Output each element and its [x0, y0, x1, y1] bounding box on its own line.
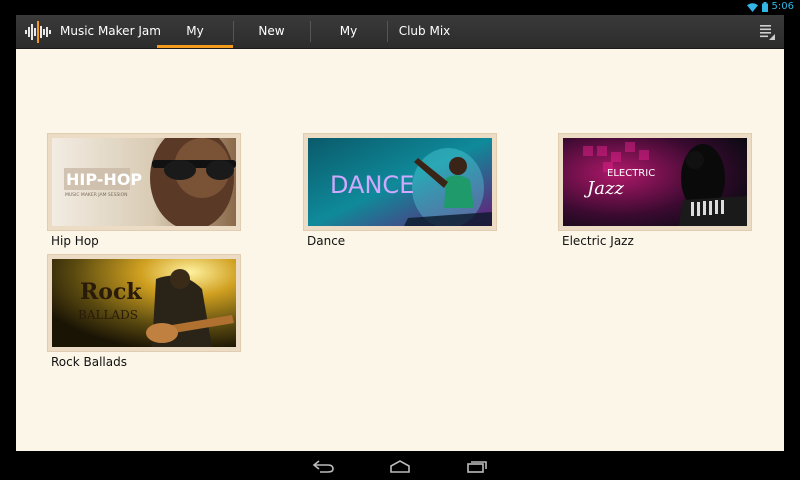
- recent-apps-icon[interactable]: [465, 457, 489, 475]
- tab-my-styles[interactable]: My styles: [157, 15, 233, 71]
- app-logo-icon[interactable]: [24, 21, 52, 43]
- app-title: Music Maker Jam: [60, 24, 161, 38]
- status-bar: 5:06: [0, 0, 800, 15]
- clock: 5:06: [771, 1, 794, 12]
- back-icon[interactable]: [312, 457, 336, 475]
- style-thumbnail-frame[interactable]: HIP-HOP MUSIC MAKER JAM SESSION: [47, 133, 241, 231]
- hip-hop-thumb-title: HIP-HOP: [66, 170, 142, 189]
- rock-ballads-thumbnail[interactable]: Rock BALLADS: [52, 259, 236, 347]
- style-card-hip-hop[interactable]: HIP-HOP MUSIC MAKER JAM SESSION Hip Hop: [47, 133, 241, 248]
- tab-my-projects[interactable]: My projects: [310, 15, 387, 71]
- dance-thumbnail[interactable]: DANCE: [308, 138, 492, 226]
- hip-hop-thumb-subtitle: MUSIC MAKER JAM SESSION: [65, 192, 128, 198]
- tab-bar: My styles New styles My projects Club Mi…: [157, 15, 462, 71]
- dance-thumb-title: DANCE: [330, 171, 414, 199]
- style-card-label: Dance: [307, 234, 346, 248]
- navigation-bar: [0, 451, 800, 480]
- style-card-dance[interactable]: DANCE Dance: [303, 133, 497, 248]
- style-thumbnail-frame[interactable]: ELECTRIC Jazz: [558, 133, 752, 231]
- style-card-label: Hip Hop: [51, 234, 99, 248]
- style-thumbnail-frame[interactable]: Rock BALLADS: [47, 254, 241, 352]
- electric-jazz-thumbnail[interactable]: ELECTRIC Jazz: [563, 138, 747, 226]
- style-card-label: Electric Jazz: [562, 234, 634, 248]
- styles-grid: HIP-HOP MUSIC MAKER JAM SESSION Hip Hop: [16, 49, 784, 451]
- wifi-icon: [746, 2, 758, 12]
- tab-new-styles[interactable]: New styles: [233, 15, 310, 71]
- style-card-electric-jazz[interactable]: ELECTRIC Jazz Electric Jazz: [558, 133, 752, 248]
- battery-icon: [761, 2, 768, 12]
- home-icon[interactable]: [388, 457, 412, 475]
- tab-club-mix[interactable]: Club Mix: [387, 15, 462, 48]
- hip-hop-thumbnail[interactable]: HIP-HOP MUSIC MAKER JAM SESSION: [52, 138, 236, 226]
- electric-jazz-thumb-subtitle: Jazz: [583, 178, 624, 199]
- rock-ballads-thumb-title: Rock: [80, 279, 142, 305]
- style-card-label: Rock Ballads: [51, 355, 127, 369]
- style-thumbnail-frame[interactable]: DANCE: [303, 133, 497, 231]
- rock-ballads-thumb-subtitle: BALLADS: [78, 308, 138, 322]
- overflow-menu-icon[interactable]: [758, 23, 776, 41]
- status-icons: 5:06: [746, 1, 794, 13]
- style-card-rock-ballads[interactable]: Rock BALLADS Rock Ballads: [47, 254, 241, 369]
- action-bar: Music Maker Jam My styles New styles My …: [16, 15, 784, 71]
